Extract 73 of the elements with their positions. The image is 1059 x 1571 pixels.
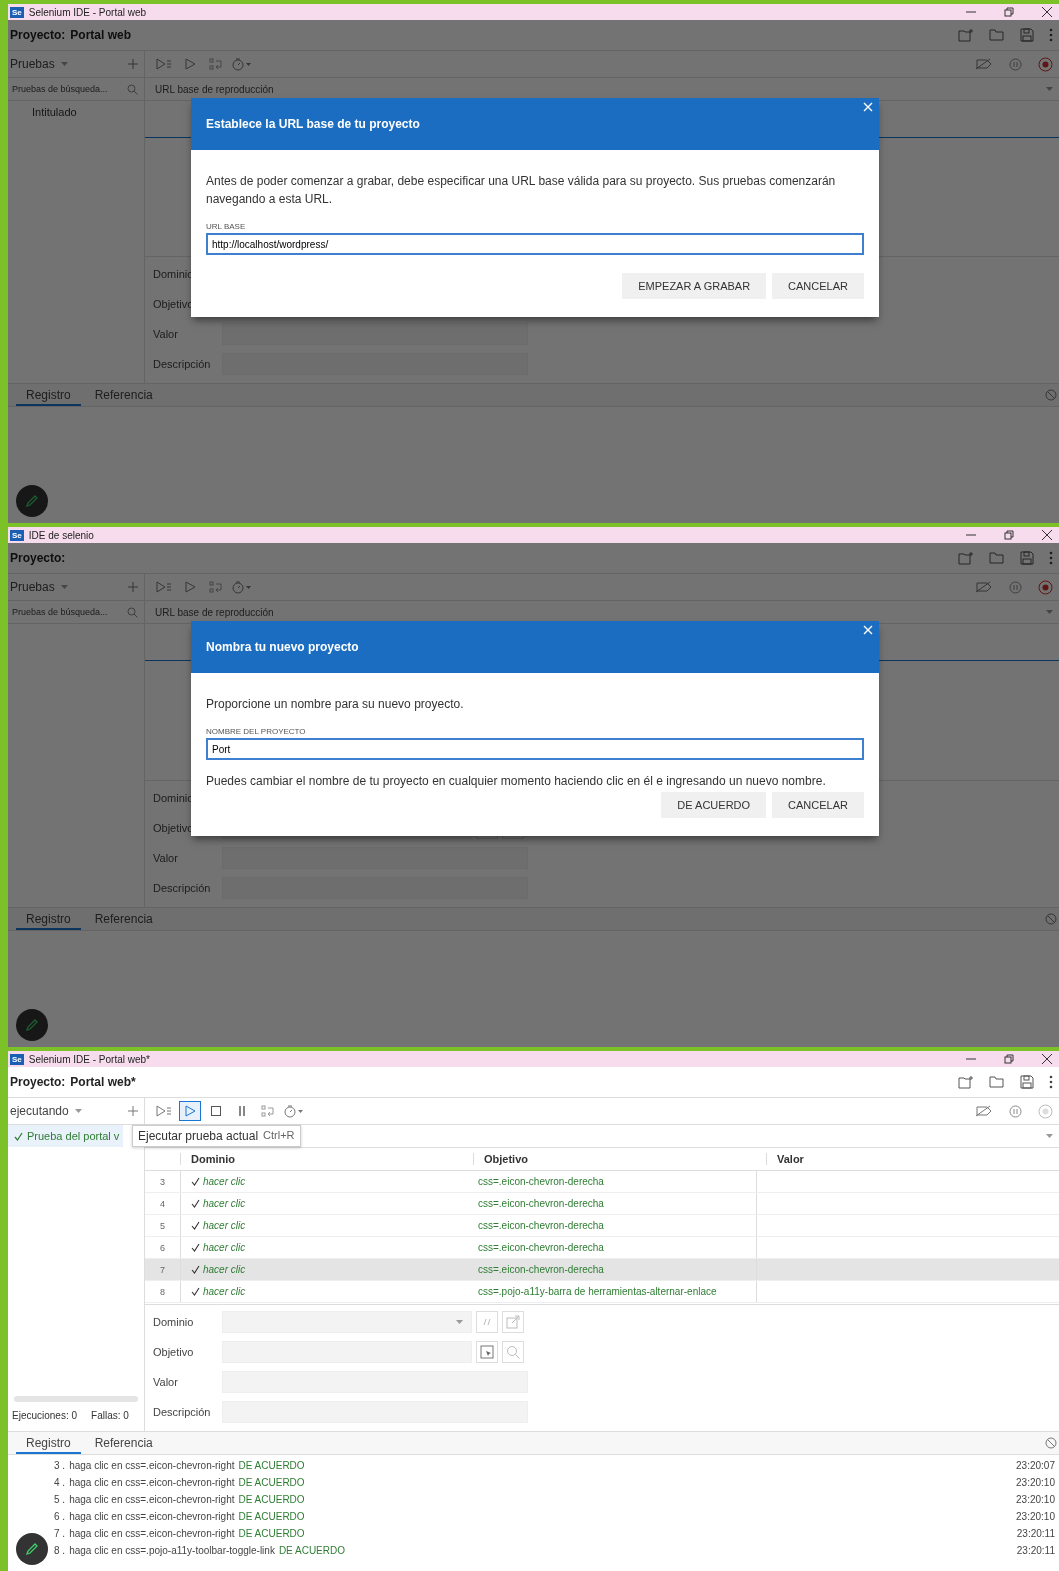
target-cell-text: css=.eicon-chevron-derecha bbox=[477, 1241, 605, 1255]
field-label: Objetivo bbox=[153, 1346, 195, 1358]
field-label: URL BASE bbox=[206, 222, 247, 231]
app-logo: Se bbox=[10, 1053, 24, 1065]
target-cell-text: css=.eicon-chevron-derecha bbox=[477, 1175, 605, 1189]
log-result: DE ACUERDO bbox=[238, 1477, 305, 1488]
column-header: Objetivo bbox=[473, 1153, 766, 1165]
shortcut-text: Ctrl+R bbox=[263, 1129, 295, 1143]
log-time: 23:20:10 bbox=[1016, 1477, 1055, 1488]
tooltip-text: Ejecutar prueba actual bbox=[138, 1129, 259, 1143]
project-label: Proyecto: bbox=[10, 28, 66, 42]
log-result: DE ACUERDO bbox=[238, 1528, 305, 1539]
log-time: 23:20:10 bbox=[1016, 1511, 1055, 1522]
log-result: DE ACUERDO bbox=[238, 1494, 305, 1505]
log-result: DE ACUERDO bbox=[238, 1511, 305, 1522]
column-header: Valor bbox=[766, 1153, 1059, 1165]
target-cell-text: css=.eicon-chevron-derecha bbox=[477, 1197, 605, 1211]
dialog-title: Establece la URL base de tu proyecto bbox=[206, 117, 420, 131]
command-cell: hacer clic bbox=[203, 1176, 246, 1187]
log-index: 3 . bbox=[54, 1460, 66, 1471]
field-label: Dominio bbox=[153, 1316, 195, 1328]
field-label: Descripción bbox=[153, 882, 212, 894]
field-label: Valor bbox=[153, 328, 179, 340]
command-cell: hacer clic bbox=[203, 1264, 246, 1275]
project-label: Proyecto: bbox=[10, 1075, 66, 1089]
log-message: haga clic en css=.eicon-chevron-right bbox=[69, 1528, 235, 1539]
field-label: Descripción bbox=[153, 1406, 212, 1418]
window-title: Selenium IDE - Portal web bbox=[28, 6, 147, 18]
runs-count: Ejecuciones: 0 bbox=[12, 1410, 78, 1421]
row-number: 6 bbox=[159, 1242, 166, 1253]
log-result: DE ACUERDO bbox=[278, 1545, 345, 1556]
log-time: 23:20:10 bbox=[1016, 1494, 1055, 1505]
dialog-text: Proporcione un nombre para su nuevo proyecto. bbox=[206, 696, 465, 713]
command-cell: hacer clic bbox=[203, 1242, 246, 1253]
row-number: 5 bbox=[159, 1220, 166, 1231]
target-cell-text: css=.eicon-chevron-derecha bbox=[477, 1219, 605, 1233]
command-cell: hacer clic bbox=[203, 1286, 246, 1297]
log-message: haga clic en css=.eicon-chevron-right bbox=[69, 1511, 235, 1522]
field-label: Valor bbox=[153, 1376, 179, 1388]
log-message: haga clic en css=.eicon-chevron-right bbox=[69, 1460, 235, 1471]
project-label: Proyecto: bbox=[10, 551, 66, 565]
log-time: 23:20:11 bbox=[1016, 1545, 1055, 1556]
row-number: 3 bbox=[159, 1176, 166, 1187]
log-time: 23:20:07 bbox=[1016, 1460, 1055, 1471]
app-logo: Se bbox=[10, 529, 24, 541]
log-message: haga clic en css=.pojo-a11y-toolbar-toggle-link bbox=[69, 1545, 275, 1556]
field-label: NOMBRE DEL PROYECTO bbox=[206, 727, 307, 736]
row-number: 7 bbox=[159, 1264, 166, 1275]
dialog-note: Puedes cambiar el nombre de tu proyecto en cualquier momento haciendo clic en él e ingresando un nuevo nombre. bbox=[206, 774, 827, 788]
dialog-title: Nombra tu nuevo proyecto bbox=[206, 640, 359, 654]
field-label: Valor bbox=[153, 852, 179, 864]
log-index: 8 . bbox=[54, 1545, 66, 1556]
command-cell: hacer clic bbox=[203, 1198, 246, 1209]
log-time: 23:20:11 bbox=[1016, 1528, 1055, 1539]
target-cell-text: css=.pojo-a11y-barra de herramientas-alternar-enlace bbox=[477, 1285, 718, 1299]
row-number: 4 bbox=[159, 1198, 166, 1209]
target-cell-text: css=.eicon-chevron-derecha bbox=[477, 1263, 605, 1277]
window-title: Selenium IDE - Portal web* bbox=[28, 1053, 150, 1065]
failures-count: Fallas: 0 bbox=[91, 1410, 129, 1421]
command-cell: hacer clic bbox=[203, 1220, 246, 1231]
log-result: DE ACUERDO bbox=[238, 1460, 305, 1471]
dialog-text: Antes de poder comenzar a grabar, debe especificar una URL base válida para su proyecto. Sus pruebas comenzarán navegando a esta URL. bbox=[206, 173, 837, 208]
log-index: 4 . bbox=[54, 1477, 66, 1488]
field-label: Descripción bbox=[153, 358, 212, 370]
app-logo: Se bbox=[10, 6, 24, 18]
log-message: haga clic en css=.eicon-chevron-right bbox=[69, 1494, 235, 1505]
log-message: haga clic en css=.eicon-chevron-right bbox=[69, 1477, 235, 1488]
column-header: Dominio bbox=[180, 1153, 473, 1165]
row-number: 8 bbox=[159, 1286, 166, 1297]
window-title: IDE de selenio bbox=[28, 529, 94, 541]
log-index: 5 . bbox=[54, 1494, 66, 1505]
log-index: 6 . bbox=[54, 1511, 66, 1522]
log-index: 7 . bbox=[54, 1528, 66, 1539]
